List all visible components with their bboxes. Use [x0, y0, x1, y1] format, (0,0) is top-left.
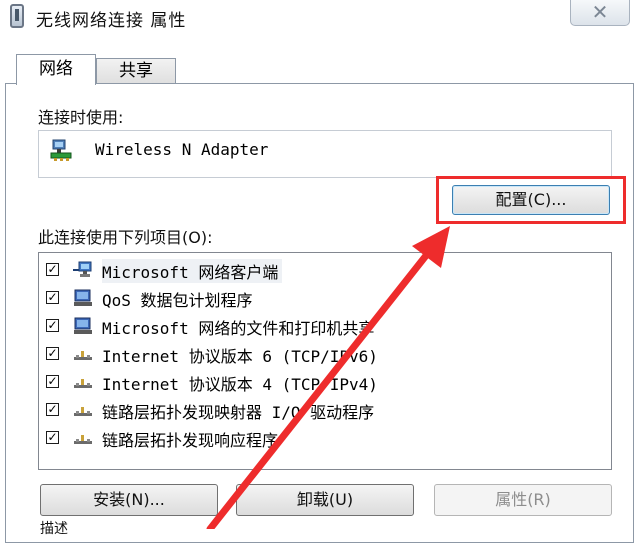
checkbox[interactable]: ✓ [46, 263, 59, 276]
list-item-ipv6[interactable]: ✓ Internet 协议版本 6 (TCP/IPv6) [46, 342, 466, 368]
protocol-icon [74, 435, 92, 444]
checkbox[interactable]: ✓ [46, 431, 59, 444]
service-icon [74, 289, 92, 306]
list-item-label: 链路层拓扑发现映射器 I/O 驱动程序 [102, 403, 375, 422]
list-item-label: Microsoft 网络客户端 [102, 259, 283, 283]
description-label: 描述 [40, 521, 68, 537]
protocol-icon [74, 379, 92, 388]
list-item-label: QoS 数据包计划程序 [102, 291, 253, 310]
properties-button[interactable]: 属性(R) [434, 484, 612, 516]
install-button[interactable]: 安装(N)... [40, 484, 218, 516]
connect-using-label: 连接时使用: [38, 108, 124, 127]
list-item-label: 链路层拓扑发现响应程序 [102, 431, 279, 450]
configure-highlight-box [436, 176, 626, 224]
network-client-icon [73, 261, 92, 277]
list-item-lltd-responder[interactable]: ✓ 链路层拓扑发现响应程序 [46, 426, 466, 452]
list-item-label: Internet 协议版本 4 (TCP/IPv4) [102, 375, 378, 394]
checkbox[interactable]: ✓ [46, 291, 59, 304]
items-list-label: 此连接使用下列项目(O): [38, 228, 213, 247]
window-app-icon [10, 4, 24, 28]
protocol-icon [74, 351, 92, 360]
list-item-label: Internet 协议版本 6 (TCP/IPv6) [102, 347, 378, 366]
title-bar: 无线网络连接 属性 ✕ [0, 0, 634, 44]
window-title: 无线网络连接 属性 [36, 11, 187, 31]
checkbox[interactable]: ✓ [46, 403, 59, 416]
checkbox[interactable]: ✓ [46, 347, 59, 360]
service-icon [74, 317, 92, 334]
list-item-qos[interactable]: ✓ QoS 数据包计划程序 [46, 286, 466, 312]
adapter-name: Wireless N Adapter [95, 140, 269, 159]
protocol-icon [74, 407, 92, 416]
adapter-icon [50, 139, 72, 161]
list-item-label: Microsoft 网络的文件和打印机共享 [102, 319, 375, 338]
tab-network[interactable]: 网络 [16, 54, 96, 85]
checkbox[interactable]: ✓ [46, 375, 59, 388]
list-item-file-print-sharing[interactable]: ✓ Microsoft 网络的文件和打印机共享 [46, 314, 466, 340]
list-item-ms-client[interactable]: ✓ Microsoft 网络客户端 [46, 258, 466, 284]
checkbox[interactable]: ✓ [46, 319, 59, 332]
list-item-lltd-mapper[interactable]: ✓ 链路层拓扑发现映射器 I/O 驱动程序 [46, 398, 466, 424]
close-icon: ✕ [591, 0, 609, 24]
uninstall-button[interactable]: 卸载(U) [236, 484, 414, 516]
tab-sharing[interactable]: 共享 [96, 58, 176, 85]
tab-strip: 网络 共享 [0, 44, 634, 85]
list-item-ipv4[interactable]: ✓ Internet 协议版本 4 (TCP/IPv4) [46, 370, 466, 396]
close-button[interactable]: ✕ [570, 0, 630, 26]
